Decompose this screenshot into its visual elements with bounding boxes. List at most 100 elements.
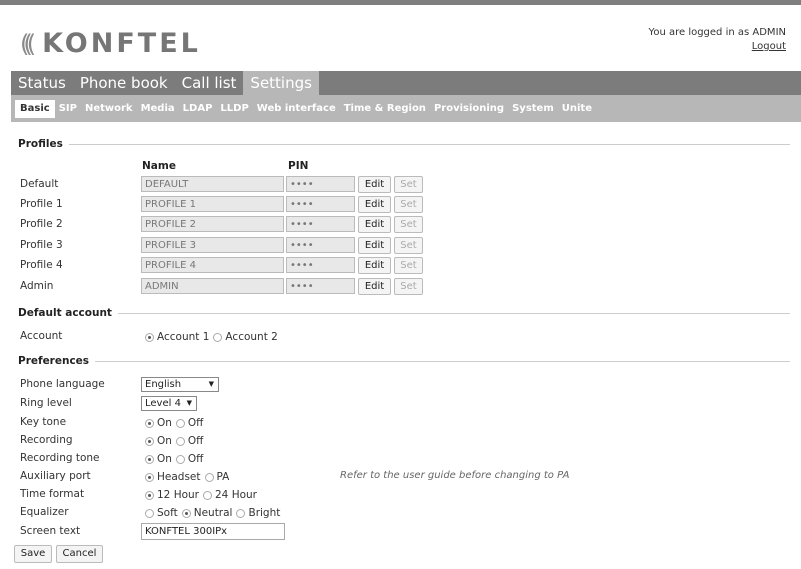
subtab-media[interactable]: Media (137, 100, 179, 118)
set-button[interactable]: Set (394, 257, 423, 274)
cancel-button[interactable]: Cancel (56, 545, 103, 563)
edit-button[interactable]: Edit (358, 278, 391, 295)
option-label: Soft (157, 507, 178, 519)
phone-language-select[interactable]: English ▼ (141, 377, 219, 392)
profile-pin-field[interactable]: •••• (286, 196, 355, 212)
set-button[interactable]: Set (394, 216, 423, 233)
tab-settings[interactable]: Settings (243, 71, 319, 95)
col-pin-header: PIN (288, 160, 309, 172)
radio-icon[interactable] (175, 418, 185, 428)
edit-button[interactable]: Edit (358, 237, 391, 254)
radio-icon[interactable] (204, 472, 214, 482)
set-button[interactable]: Set (394, 196, 423, 213)
radio-selected-icon[interactable] (145, 332, 154, 342)
set-button[interactable]: Set (394, 278, 423, 295)
profile-pin-field[interactable]: •••• (286, 278, 355, 294)
option-label: 24 Hour (215, 489, 257, 501)
recording-tone-label: Recording tone (20, 452, 100, 464)
equalizer-soft-option[interactable]: Soft (145, 507, 178, 519)
option-label: On (157, 453, 172, 465)
account-2-option[interactable]: Account 2 (213, 331, 278, 343)
profile-name-field[interactable]: PROFILE 1 (141, 196, 284, 212)
section-divider (68, 143, 790, 145)
radio-selected-icon[interactable] (145, 454, 154, 464)
tab-phone-book[interactable]: Phone book (73, 71, 175, 95)
profile-pin-field[interactable]: •••• (286, 216, 355, 232)
equalizer-label: Equalizer (20, 506, 69, 518)
radio-selected-icon[interactable] (181, 508, 191, 518)
account-1-option[interactable]: Account 1 (145, 331, 209, 343)
radio-icon[interactable] (203, 490, 212, 500)
equalizer-neutral-option[interactable]: Neutral (181, 507, 232, 519)
default-account-section-header: Default account (18, 307, 790, 319)
auxiliary-port-pa-option[interactable]: PA (204, 471, 229, 483)
radio-selected-icon[interactable] (145, 490, 154, 500)
set-button[interactable]: Set (394, 176, 423, 193)
subtab-sip[interactable]: SIP (55, 100, 81, 118)
ring-level-select[interactable]: Level 4 ▼ (141, 396, 197, 411)
subtab-provisioning[interactable]: Provisioning (430, 100, 508, 118)
radio-icon[interactable] (175, 436, 185, 446)
option-label: Account 2 (225, 331, 278, 343)
save-button[interactable]: Save (14, 545, 52, 563)
preferences-section-header: Preferences (18, 355, 790, 367)
profile-name-field[interactable]: PROFILE 3 (141, 237, 284, 253)
logout-link[interactable]: Logout (649, 40, 786, 54)
dropdown-arrow-icon: ▼ (208, 380, 214, 388)
edit-button[interactable]: Edit (358, 216, 391, 233)
option-label: Account 1 (157, 331, 210, 343)
profile-pin-field[interactable]: •••• (286, 237, 355, 253)
profiles-section-header: Profiles (18, 138, 790, 150)
option-label: Off (187, 417, 204, 429)
radio-icon[interactable] (236, 508, 246, 518)
radio-selected-icon[interactable] (145, 472, 154, 482)
set-button[interactable]: Set (394, 237, 423, 254)
time-format-12h-option[interactable]: 12 Hour (145, 489, 199, 501)
login-text: You are logged in as ADMIN (648, 27, 786, 38)
profile-pin-field[interactable]: •••• (286, 257, 355, 273)
login-status: You are logged in as ADMIN Logout (649, 26, 786, 54)
recording-on-option[interactable]: On (145, 435, 172, 447)
subtab-network[interactable]: Network (81, 100, 137, 118)
subtab-web-interface[interactable]: Web interface (253, 100, 340, 118)
profile-name-field[interactable]: ADMIN (141, 278, 284, 294)
phone-language-label: Phone language (20, 378, 105, 390)
recording-tone-off-option[interactable]: Off (175, 453, 204, 465)
subtab-lldp[interactable]: LLDP (216, 100, 252, 118)
equalizer-radio-group: Soft Neutral Bright (145, 507, 284, 519)
edit-button[interactable]: Edit (358, 176, 391, 193)
subtab-system[interactable]: System (508, 100, 558, 118)
screen-text-input[interactable]: KONFTEL 300IPx (141, 523, 285, 540)
auxiliary-port-headset-option[interactable]: Headset (145, 471, 201, 483)
radio-icon[interactable] (145, 508, 154, 518)
select-value: English (145, 379, 182, 390)
profile-pin-field[interactable]: •••• (286, 176, 355, 192)
option-label: On (157, 435, 172, 447)
edit-button[interactable]: Edit (358, 257, 391, 274)
radio-icon[interactable] (213, 332, 223, 342)
profile-name-field[interactable]: DEFAULT (141, 176, 284, 192)
key-tone-on-option[interactable]: On (145, 417, 172, 429)
equalizer-bright-option[interactable]: Bright (236, 507, 280, 519)
tab-status[interactable]: Status (11, 71, 73, 95)
profile-name-field[interactable]: PROFILE 4 (141, 257, 284, 273)
tab-call-list[interactable]: Call list (175, 71, 244, 95)
key-tone-off-option[interactable]: Off (175, 417, 204, 429)
recording-tone-on-option[interactable]: On (145, 453, 172, 465)
radio-selected-icon[interactable] (145, 436, 154, 446)
option-label: Off (187, 453, 204, 465)
subtab-unite[interactable]: Unite (558, 100, 596, 118)
recording-off-option[interactable]: Off (175, 435, 203, 447)
time-format-24h-option[interactable]: 24 Hour (203, 489, 257, 501)
edit-button[interactable]: Edit (358, 196, 391, 213)
radio-icon[interactable] (175, 454, 185, 464)
profile-label: Default (20, 178, 59, 190)
account-radio-group: Account 1 Account 2 (145, 331, 282, 343)
radio-selected-icon[interactable] (145, 418, 154, 428)
subtab-basic[interactable]: Basic (15, 99, 55, 118)
key-tone-label: Key tone (20, 416, 67, 428)
subtab-time-region[interactable]: Time & Region (340, 100, 430, 118)
subtab-ldap[interactable]: LDAP (179, 100, 217, 118)
profile-label: Profile 4 (20, 259, 63, 271)
profile-name-field[interactable]: PROFILE 2 (141, 216, 284, 232)
